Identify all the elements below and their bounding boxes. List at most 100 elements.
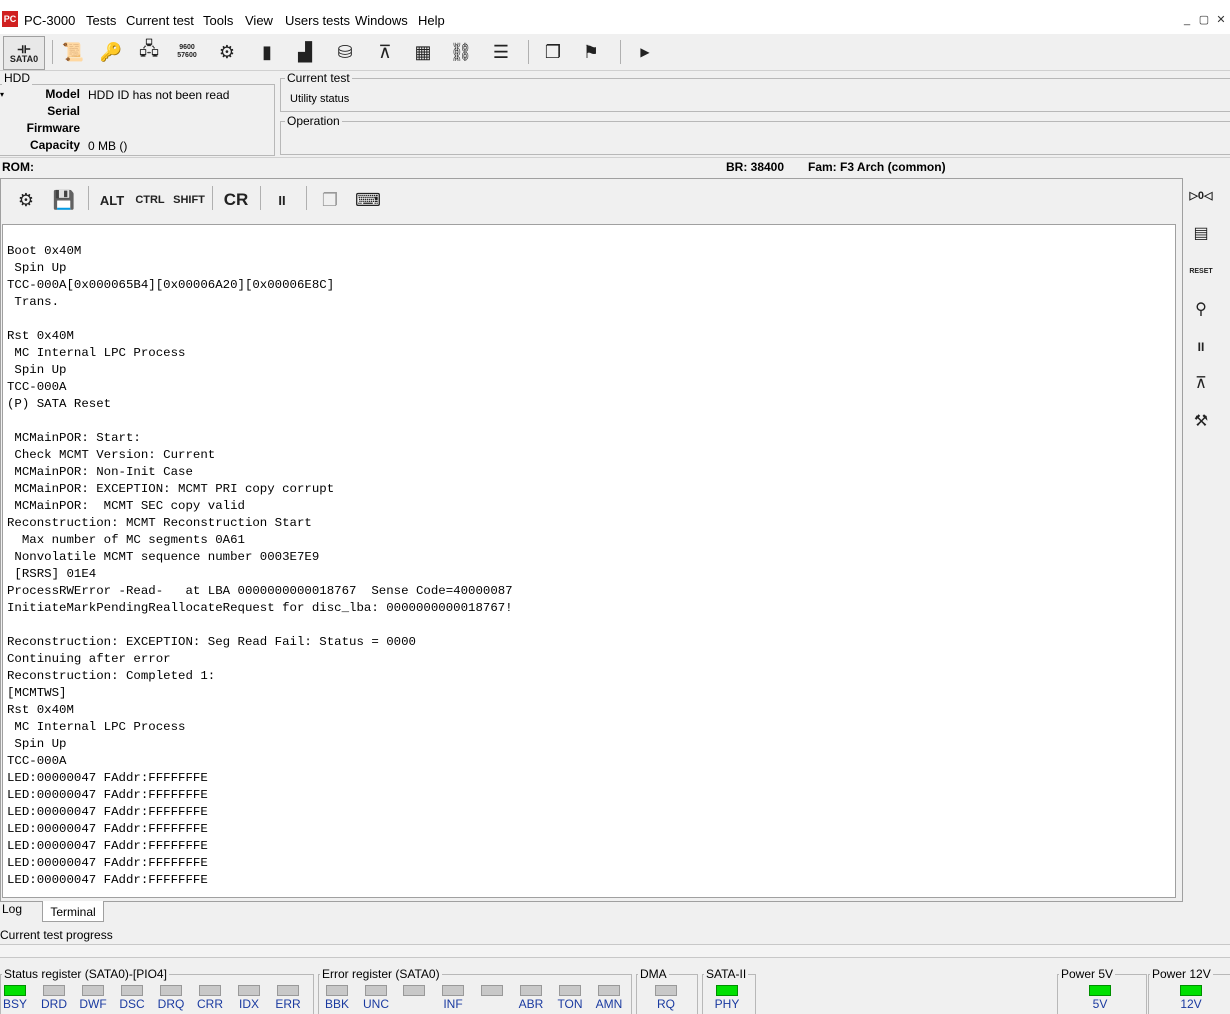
status-bit-idx-indicator (238, 985, 260, 996)
save-log-icon[interactable]: 💾 (50, 186, 78, 214)
terminal-output[interactable]: Boot 0x40M Spin Up TCC-000A[0x000065B4][… (2, 224, 1176, 898)
close-icon[interactable]: ✕ (1214, 13, 1228, 27)
copy-icon[interactable]: ❐ (538, 38, 568, 66)
copy-disabled-icon[interactable]: ❐ (316, 186, 344, 214)
current-test-group (280, 78, 1230, 112)
hdd-chart-icon[interactable]: ▟ (290, 38, 320, 66)
capacity-value: 0 MB () (88, 139, 128, 153)
status-bit-dsc-label: DSC (119, 997, 145, 1011)
terminal-text: Boot 0x40M Spin Up TCC-000A[0x000065B4][… (7, 244, 513, 887)
toolbar-separator (88, 186, 89, 210)
toolbar-separator (528, 40, 529, 64)
toolbar-separator (212, 186, 213, 210)
app-title: PC-3000 (24, 13, 76, 28)
list-icon[interactable]: ☰ (486, 38, 516, 66)
toolbar-separator (306, 186, 307, 210)
app-logo-icon: PC (2, 11, 18, 27)
pause-icon[interactable]: II (1188, 334, 1214, 360)
rom-bar (0, 157, 1230, 178)
status-bit-err-label: ERR (275, 997, 301, 1011)
ctrl-key-button[interactable]: CTRL (134, 186, 166, 214)
play-icon[interactable]: ▶ (630, 38, 660, 66)
power-5v-indicator (1089, 985, 1111, 996)
menu-users-tests[interactable]: Users tests (285, 13, 350, 28)
shift-key-button[interactable]: SHIFT (172, 186, 206, 214)
power-12v-label: 12V (1180, 997, 1202, 1011)
error-bit-bbk-indicator (326, 985, 348, 996)
model-label: Model (45, 87, 80, 101)
reset-icon[interactable]: RESET (1188, 258, 1214, 284)
dma-rq-label: RQ (657, 997, 675, 1011)
operation-group (280, 121, 1230, 155)
rom-label: ROM: (2, 160, 34, 174)
status-bit-dwf-label: DWF (79, 997, 107, 1011)
error-bit-ton-label: TON (557, 997, 583, 1011)
error-bit-amn-indicator (598, 985, 620, 996)
scroll-icon[interactable]: 📜 (58, 38, 88, 66)
tools-icon[interactable]: ⚒ (1188, 408, 1214, 434)
progress-label: Current test progress (0, 928, 113, 942)
error-register-group-label: Error register (SATA0) (320, 967, 442, 981)
status-bit-drd-indicator (43, 985, 65, 996)
port-label: SATA0 (9, 54, 39, 64)
model-value: HDD ID has not been read (88, 88, 230, 102)
chip-icon[interactable]: ▮ (252, 38, 282, 66)
baud-rate: BR: 38400 (726, 160, 785, 174)
tab-log[interactable]: Log (0, 902, 44, 920)
sata2-phy-label: PHY (714, 997, 740, 1011)
toolbar-separator (260, 186, 261, 210)
power-cycle-icon[interactable]: ▷0◁ (1188, 182, 1214, 208)
menu-help[interactable]: Help (418, 13, 445, 28)
error-bit-unc-label: UNC (363, 997, 389, 1011)
error-bit-amn-label: AMN (595, 997, 623, 1011)
heads-play-icon[interactable]: ⊼ (1188, 370, 1214, 396)
menu-windows[interactable]: Windows (355, 13, 408, 28)
status-bit-crr-label: CRR (197, 997, 223, 1011)
alt-key-button[interactable]: ALT (98, 186, 126, 214)
baud-icon[interactable]: 9600 57600 (172, 38, 202, 66)
minimize-icon[interactable]: _ (1180, 13, 1194, 27)
tab-terminal[interactable]: Terminal (42, 901, 104, 922)
disk-icon[interactable]: ⛁ (330, 38, 360, 66)
serial-label: Serial (47, 104, 80, 118)
menu-tests[interactable]: Tests (86, 13, 116, 28)
terminal-pause-button[interactable]: II (270, 186, 294, 214)
sata-port-button[interactable]: ⟛ SATA0 (3, 36, 45, 70)
heads-icon[interactable]: ⊼ (370, 38, 400, 66)
terminal-settings-icon[interactable]: ⚙ (12, 186, 40, 214)
power-12v-group-label: Power 12V (1150, 967, 1213, 981)
dma-rq-indicator (655, 985, 677, 996)
probe-icon[interactable]: ⚲ (1188, 296, 1214, 322)
sata2-phy-indicator (716, 985, 738, 996)
hdd-group-label: HDD (2, 71, 32, 85)
status-bit-drq-label: DRQ (157, 997, 185, 1011)
key-icon[interactable]: 🔑 (96, 38, 126, 66)
menu-tools[interactable]: Tools (203, 13, 233, 28)
utility-status-text: Utility status (290, 93, 350, 105)
menu-current-test[interactable]: Current test (126, 13, 194, 28)
error-bit-bbk-label: BBK (324, 997, 349, 1011)
network-icon[interactable]: ⛓ (446, 38, 476, 66)
dma-group-label: DMA (638, 967, 669, 981)
gear-settings-icon[interactable]: ⚙ (212, 38, 242, 66)
error-bit-blank2-indicator (403, 985, 425, 996)
error-bit-inf-indicator (442, 985, 464, 996)
menu-view[interactable]: View (245, 13, 273, 28)
toolbar-separator (52, 40, 53, 64)
error-bit-abr-label: ABR (518, 997, 544, 1011)
status-bit-err-indicator (277, 985, 299, 996)
power-12v-indicator (1180, 985, 1202, 996)
board-icon[interactable]: ▤ (1188, 220, 1214, 246)
cr-key-button[interactable]: CR (222, 186, 250, 214)
error-bit-inf-label: INF (443, 997, 463, 1011)
current-test-label: Current test (285, 71, 352, 85)
keyboard-icon[interactable]: ⌨ (354, 186, 382, 214)
status-bit-bsy-indicator (4, 985, 26, 996)
status-bit-idx-label: IDX (238, 997, 259, 1011)
runner-icon[interactable]: ⚑ (576, 38, 606, 66)
device-icon[interactable]: 🖧 (134, 38, 164, 66)
restore-icon[interactable]: ▢ (1197, 13, 1211, 27)
status-bit-bsy-label: BSY (2, 997, 27, 1011)
capacity-label: Capacity (29, 138, 80, 152)
grid-icon[interactable]: ▦ (408, 38, 438, 66)
